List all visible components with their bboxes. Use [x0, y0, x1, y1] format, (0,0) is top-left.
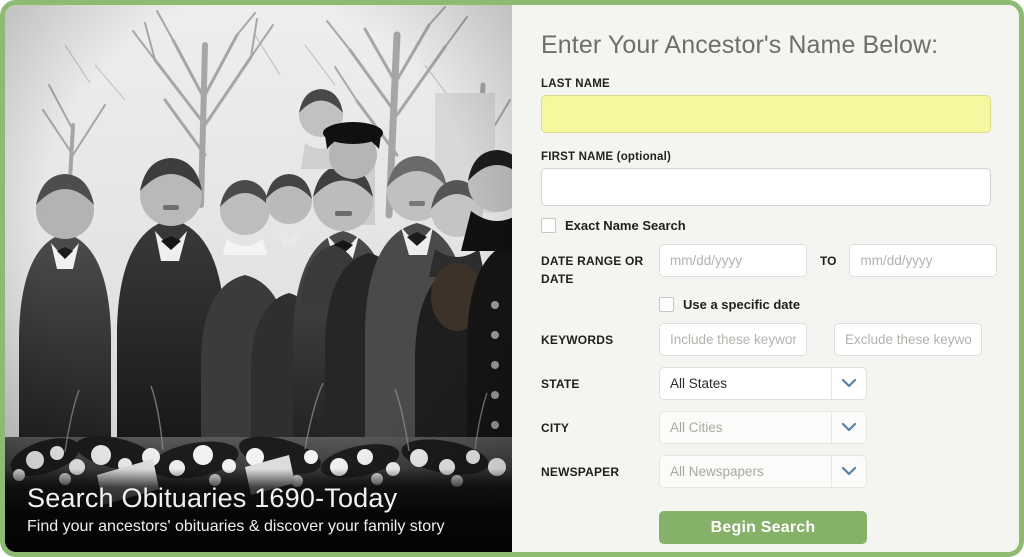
chevron-down-icon[interactable]	[831, 412, 866, 443]
chevron-down-icon[interactable]	[831, 456, 866, 487]
newspaper-select-value: All Newspapers	[670, 464, 764, 479]
form-heading: Enter Your Ancestor's Name Below:	[541, 31, 939, 59]
exact-name-search-checkbox[interactable]	[541, 218, 556, 233]
submit-area: Begin Search Simple Search	[659, 511, 867, 552]
exact-name-search-label: Exact Name Search	[565, 218, 686, 233]
exact-name-search-row[interactable]: Exact Name Search	[541, 218, 991, 233]
last-name-input[interactable]	[541, 95, 991, 133]
date-to-separator: TO	[820, 253, 837, 268]
use-specific-date-checkbox[interactable]	[659, 297, 674, 312]
use-specific-date-row[interactable]: Use a specific date	[659, 297, 991, 312]
first-name-input[interactable]	[541, 168, 991, 206]
city-select-value: All Cities	[670, 420, 723, 435]
state-select-value: All States	[670, 376, 728, 391]
search-form-panel: Enter Your Ancestor's Name Below: LAST N…	[512, 5, 1019, 552]
first-name-label: FIRST NAME (optional)	[541, 151, 672, 163]
date-to-input[interactable]	[849, 244, 998, 277]
use-specific-date-label: Use a specific date	[683, 297, 801, 312]
hero-caption: Search Obituaries 1690-Today Find your a…	[5, 468, 512, 552]
date-range-label: DATE RANGE OR DATE	[541, 254, 644, 286]
hero-caption-title: Search Obituaries 1690-Today	[27, 482, 398, 513]
hero-caption-subtitle: Find your ancestors' obituaries & discov…	[27, 517, 445, 535]
newspaper-label: NEWSPAPER	[541, 465, 620, 479]
date-from-input[interactable]	[659, 244, 807, 277]
keywords-include-input[interactable]	[659, 323, 807, 356]
date-range-row: DATE RANGE OR DATE TO	[541, 244, 998, 288]
last-name-label: LAST NAME	[541, 78, 610, 90]
city-label: CITY	[541, 421, 570, 435]
keywords-row: KEYWORDS	[541, 323, 991, 356]
state-select[interactable]: All States	[659, 367, 867, 400]
newspaper-row: NEWSPAPER All Newspapers	[541, 455, 991, 488]
search-obituaries-card: Search Obituaries 1690-Today Find your a…	[0, 0, 1024, 557]
keywords-label: KEYWORDS	[541, 333, 614, 347]
state-label: STATE	[541, 377, 580, 391]
city-select[interactable]: All Cities	[659, 411, 867, 444]
state-row: STATE All States	[541, 367, 991, 400]
newspaper-select[interactable]: All Newspapers	[659, 455, 867, 488]
hero-photo-panel: Search Obituaries 1690-Today Find your a…	[5, 5, 512, 552]
chevron-down-icon[interactable]	[831, 368, 866, 399]
city-row: CITY All Cities	[541, 411, 991, 444]
begin-search-button[interactable]: Begin Search	[659, 511, 867, 544]
keywords-exclude-input[interactable]	[834, 323, 982, 356]
